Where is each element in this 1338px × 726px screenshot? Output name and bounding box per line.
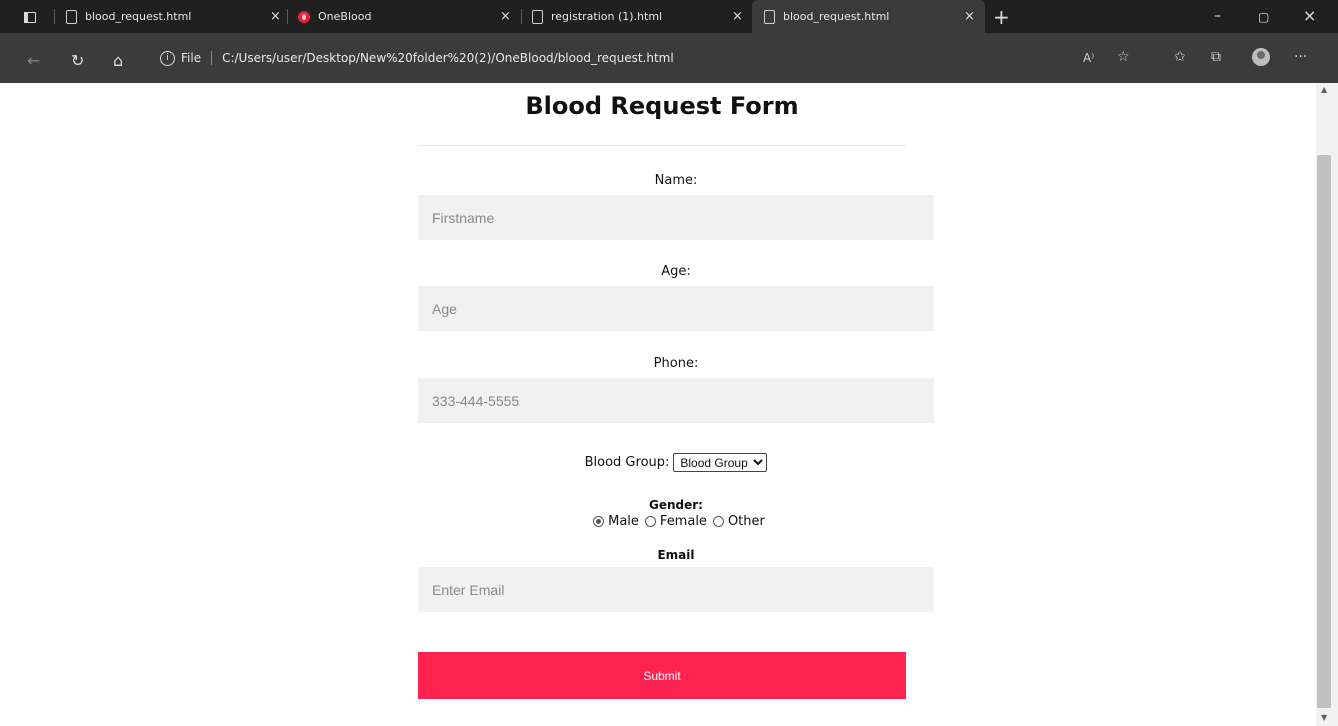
page-icon bbox=[532, 9, 543, 24]
profile-avatar[interactable] bbox=[1252, 48, 1270, 66]
collections-icon[interactable]: ⧉ bbox=[1211, 49, 1221, 65]
name-label: Name: bbox=[654, 173, 698, 188]
blood-group-row: Blood Group: Blood Group bbox=[418, 453, 934, 472]
phone-label: Phone: bbox=[653, 356, 699, 371]
tab-oneblood[interactable]: OneBlood × bbox=[298, 0, 518, 33]
gender-label: Gender: bbox=[649, 498, 703, 512]
tab-title: registration (1).html bbox=[551, 10, 663, 23]
close-icon[interactable]: × bbox=[500, 9, 511, 24]
page-icon bbox=[764, 9, 775, 24]
oneblood-logo-icon bbox=[298, 10, 310, 23]
read-aloud-icon[interactable]: A⁾ bbox=[1083, 51, 1094, 65]
gender-other-radio[interactable] bbox=[712, 516, 724, 527]
title-divider bbox=[418, 145, 906, 146]
gender-female-radio[interactable] bbox=[644, 516, 656, 527]
scroll-up-icon[interactable]: ▲ bbox=[1321, 85, 1327, 94]
home-icon[interactable]: ⌂ bbox=[113, 51, 123, 70]
info-icon[interactable]: i bbox=[160, 50, 175, 66]
more-menu-icon[interactable]: ··· bbox=[1294, 49, 1307, 65]
blood-group-label: Blood Group: bbox=[584, 455, 670, 470]
gender-other-label: Other bbox=[727, 514, 765, 529]
phone-input[interactable] bbox=[418, 378, 934, 423]
tab-blood-request-active[interactable]: blood_request.html × bbox=[752, 0, 985, 33]
minimize-button[interactable]: – bbox=[1214, 8, 1221, 24]
back-arrow-icon[interactable]: ← bbox=[27, 51, 40, 70]
age-input[interactable] bbox=[418, 286, 934, 331]
tab-title: blood_request.html bbox=[783, 10, 890, 23]
new-tab-button[interactable]: + bbox=[993, 5, 1010, 29]
favorites-icon[interactable]: ✩ bbox=[1174, 49, 1186, 65]
close-icon[interactable]: × bbox=[964, 9, 975, 24]
tab-actions-icon[interactable] bbox=[22, 10, 38, 24]
scrollbar-thumb[interactable] bbox=[1317, 155, 1331, 708]
tab-separator bbox=[287, 9, 288, 24]
scroll-down-icon[interactable]: ▼ bbox=[1321, 713, 1327, 722]
email-input[interactable] bbox=[418, 567, 934, 612]
tab-separator bbox=[521, 9, 522, 24]
email-label: Email bbox=[657, 548, 695, 562]
address-bar[interactable]: i File C:/Users/user/Desktop/New%20folde… bbox=[160, 47, 674, 69]
close-icon[interactable]: × bbox=[732, 9, 743, 24]
tab-registration[interactable]: registration (1).html × bbox=[532, 0, 747, 33]
restore-button[interactable]: ▢ bbox=[1258, 10, 1269, 24]
gender-female-label: Female bbox=[659, 514, 707, 529]
name-input[interactable] bbox=[418, 195, 934, 240]
browser-toolbar: ← ↻ ⌂ i File C:/Users/user/Desktop/New%2… bbox=[0, 33, 1338, 83]
close-icon[interactable]: × bbox=[270, 9, 281, 24]
page-icon bbox=[66, 9, 77, 24]
submit-button[interactable]: Submit bbox=[418, 652, 906, 699]
blood-group-select[interactable]: Blood Group bbox=[673, 453, 768, 472]
gender-male-radio[interactable] bbox=[593, 516, 605, 527]
scheme-label: File bbox=[181, 51, 202, 65]
tab-title: blood_request.html bbox=[85, 10, 192, 23]
browser-tab-strip: blood_request.html × OneBlood × registra… bbox=[0, 0, 1338, 33]
tab-separator bbox=[54, 9, 55, 24]
add-favorite-icon[interactable]: ☆ bbox=[1117, 49, 1130, 65]
reload-icon[interactable]: ↻ bbox=[71, 51, 84, 70]
tab-blood-request-1[interactable]: blood_request.html × bbox=[66, 0, 286, 33]
age-label: Age: bbox=[661, 264, 691, 279]
tab-title: OneBlood bbox=[318, 10, 372, 23]
window-close-button[interactable]: × bbox=[1303, 6, 1316, 25]
gender-radio-group: Male Female Other bbox=[418, 514, 934, 529]
address-separator bbox=[211, 51, 213, 65]
gender-male-label: Male bbox=[608, 514, 639, 529]
url-text[interactable]: C:/Users/user/Desktop/New%20folder%20(2)… bbox=[222, 51, 674, 65]
page-title: Blood Request Form bbox=[525, 92, 799, 120]
